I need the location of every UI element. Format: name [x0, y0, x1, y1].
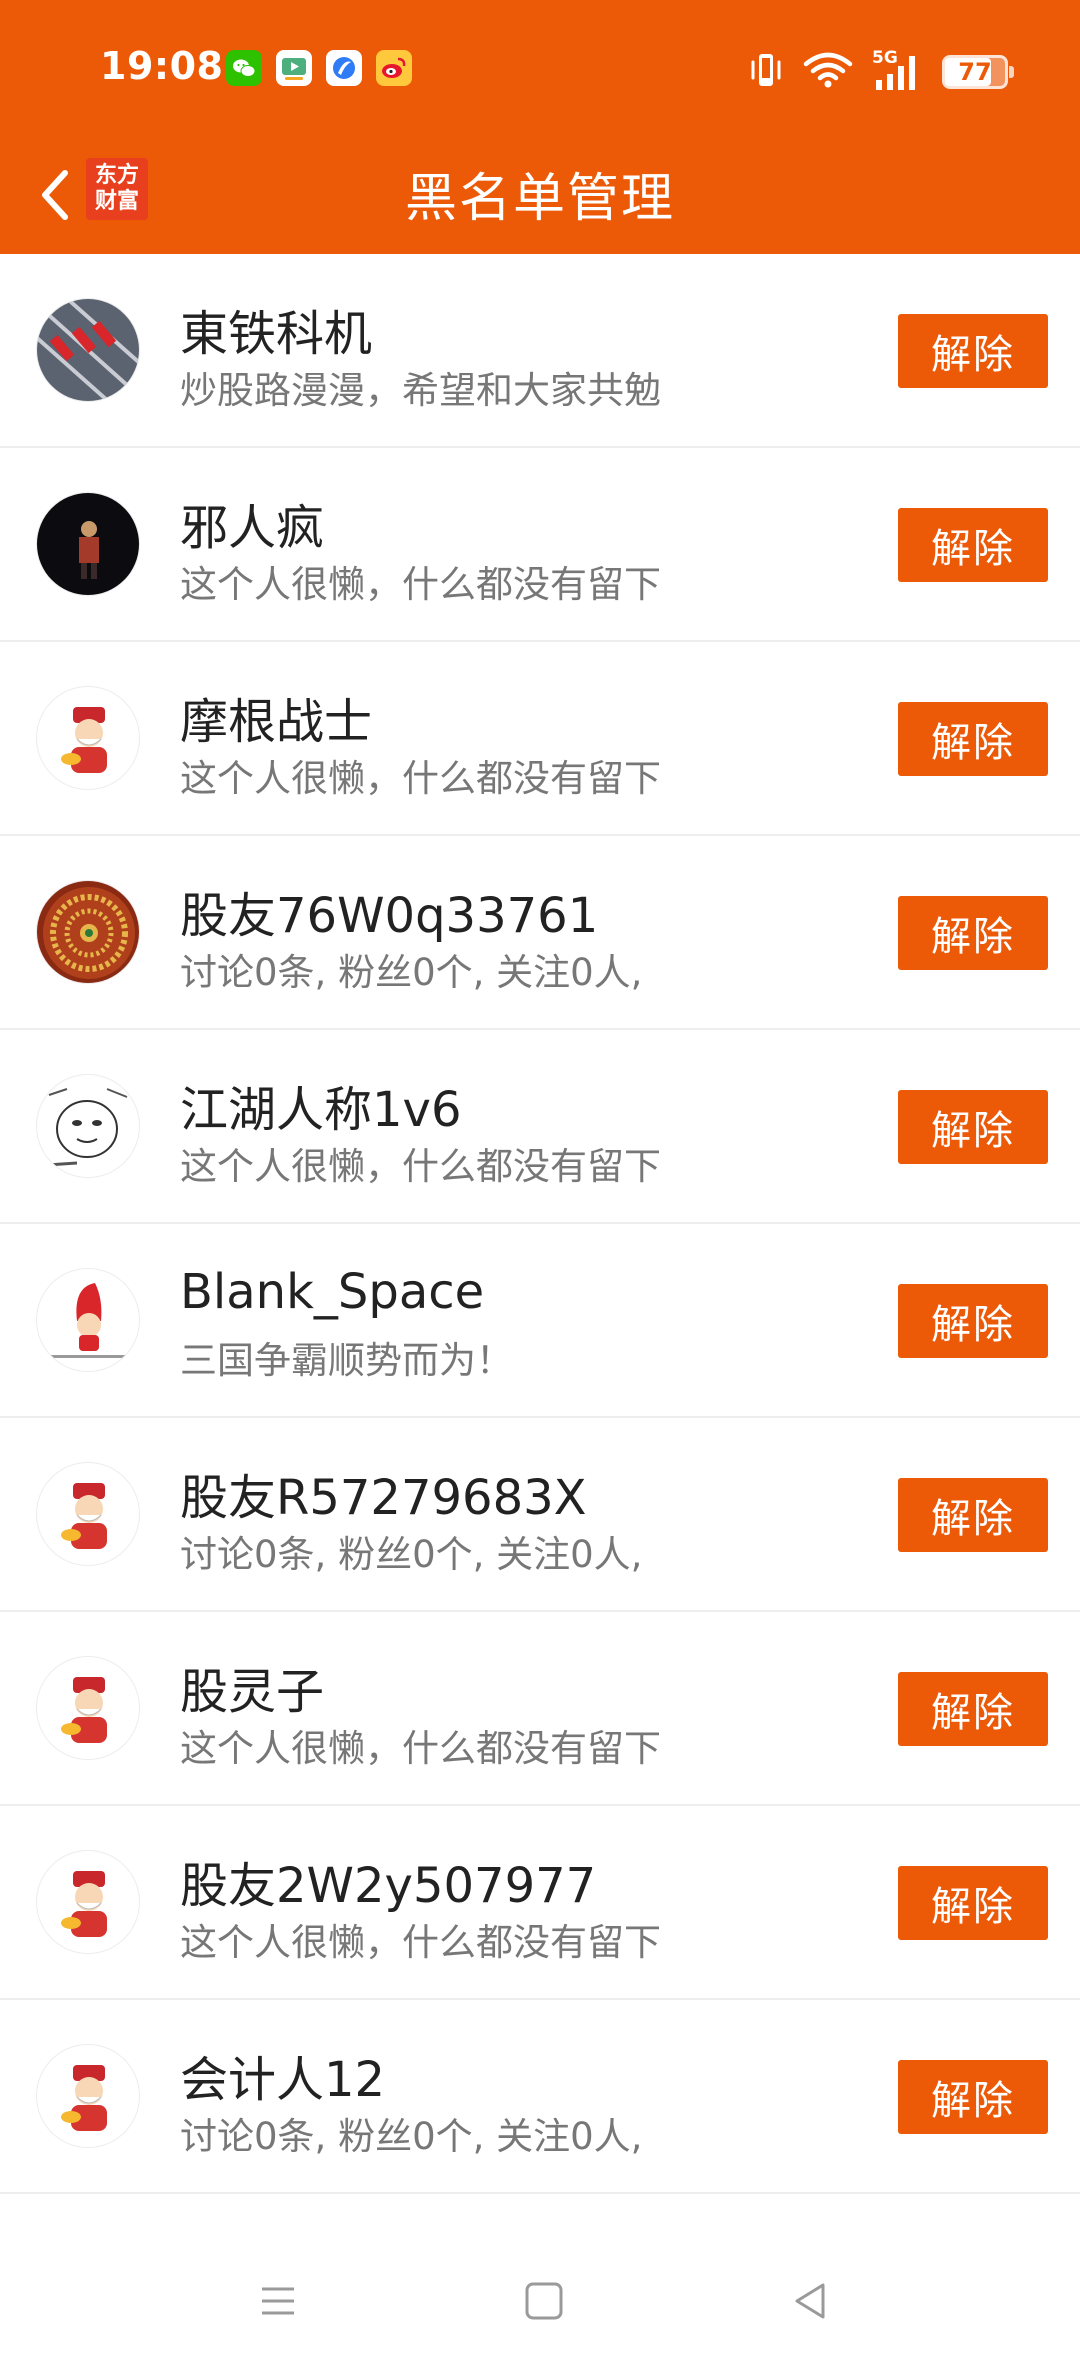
remove-button[interactable]: 解除	[898, 1672, 1048, 1746]
wechat-icon	[226, 50, 262, 86]
blacklist-row: 江湖人称1v6 这个人很懒，什么都没有留下 解除	[0, 1030, 1080, 1224]
system-status-icons: 5G 77	[748, 48, 1014, 94]
home-icon	[525, 2282, 563, 2320]
browser-app-icon	[326, 50, 362, 86]
user-bio: 讨论0条, 粉丝0个, 关注0人,	[180, 2115, 643, 2158]
blacklist-screen: 19:08 5G 77 东方 财富 黑名单管理 東铁科机 炒股路漫漫，希望和大家…	[0, 0, 1080, 2373]
user-name[interactable]: 摩根战士	[180, 682, 372, 752]
user-name[interactable]: 股友R57279683X	[180, 1458, 587, 1528]
remove-button[interactable]: 解除	[898, 2060, 1048, 2134]
rails-photo-avatar[interactable]	[36, 298, 140, 402]
blacklist-row: 摩根战士 这个人很懒，什么都没有留下 解除	[0, 642, 1080, 836]
user-name[interactable]: 股友2W2y507977	[180, 1846, 596, 1916]
app-header: 19:08 5G 77 东方 财富 黑名单管理	[0, 0, 1080, 254]
menu-button[interactable]	[248, 2271, 308, 2331]
ornament-avatar[interactable]	[36, 880, 140, 984]
user-name[interactable]: 会计人12	[180, 2040, 385, 2110]
user-name[interactable]: 股灵子	[180, 1652, 324, 1722]
user-bio: 讨论0条, 粉丝0个, 关注0人,	[180, 951, 643, 994]
blacklist-row: 股友2W2y507977 这个人很懒，什么都没有留下 解除	[0, 1806, 1080, 2000]
menu-icon	[262, 2287, 294, 2315]
battery-percent: 77	[958, 58, 992, 86]
blacklist-row: 股友R57279683X 讨论0条, 粉丝0个, 关注0人, 解除	[0, 1418, 1080, 1612]
user-bio: 这个人很懒，什么都没有留下	[180, 563, 661, 606]
notification-icons	[226, 50, 412, 86]
fortune-god-avatar[interactable]	[36, 1850, 140, 1954]
page-title: 黑名单管理	[404, 169, 675, 229]
user-bio: 这个人很懒，什么都没有留下	[180, 1921, 661, 1964]
remove-button[interactable]: 解除	[898, 1866, 1048, 1940]
user-name[interactable]: 東铁科机	[180, 294, 372, 364]
system-back-button[interactable]	[780, 2271, 840, 2331]
blacklist-row: 会计人12 讨论0条, 粉丝0个, 关注0人, 解除	[0, 2000, 1080, 2194]
navigation-bar: 东方 财富 黑名单管理	[0, 140, 1080, 254]
user-name[interactable]: Blank_Space	[180, 1264, 484, 1320]
sketch-meme-avatar[interactable]	[36, 1074, 140, 1178]
user-name[interactable]: 邪人疯	[180, 488, 324, 558]
vibrate-icon	[748, 50, 784, 94]
blacklist-row: 股友76W0q33761 讨论0条, 粉丝0个, 关注0人, 解除	[0, 836, 1080, 1030]
cell-signal-icon: 5G	[872, 48, 924, 94]
remove-button[interactable]: 解除	[898, 702, 1048, 776]
remove-button[interactable]: 解除	[898, 896, 1048, 970]
home-button[interactable]	[514, 2271, 574, 2331]
user-bio: 这个人很懒，什么都没有留下	[180, 1145, 661, 1188]
red-hat-cartoon-avatar[interactable]	[36, 1268, 140, 1372]
blacklist-row: 邪人疯 这个人很懒，什么都没有留下 解除	[0, 448, 1080, 642]
user-bio: 炒股路漫漫，希望和大家共勉	[180, 369, 661, 412]
wifi-icon	[802, 50, 854, 94]
remove-button[interactable]: 解除	[898, 508, 1048, 582]
status-bar: 19:08 5G 77	[0, 0, 1080, 140]
remove-button[interactable]: 解除	[898, 1284, 1048, 1358]
user-bio: 这个人很懒，什么都没有留下	[180, 1727, 661, 1770]
fortune-god-avatar[interactable]	[36, 686, 140, 790]
user-name[interactable]: 股友76W0q33761	[180, 876, 598, 946]
blacklist-row: 東铁科机 炒股路漫漫，希望和大家共勉 解除	[0, 254, 1080, 448]
remove-button[interactable]: 解除	[898, 1478, 1048, 1552]
fortune-god-avatar[interactable]	[36, 2044, 140, 2148]
status-time: 19:08	[100, 44, 224, 88]
remove-button[interactable]: 解除	[898, 314, 1048, 388]
battery-indicator: 77	[942, 55, 1014, 89]
remove-button[interactable]: 解除	[898, 1090, 1048, 1164]
blacklist-list: 東铁科机 炒股路漫漫，希望和大家共勉 解除 邪人疯 这个人很懒，什么都没有留下 …	[0, 254, 1080, 2194]
user-bio: 讨论0条, 粉丝0个, 关注0人,	[180, 1533, 643, 1576]
weibo-icon	[376, 50, 412, 86]
back-triangle-icon	[795, 2283, 825, 2319]
fortune-god-avatar[interactable]	[36, 1462, 140, 1566]
user-bio: 三国争霸顺势而为！	[180, 1339, 513, 1382]
system-navigation-bar	[0, 2223, 1080, 2373]
video-app-icon	[276, 50, 312, 86]
blacklist-row: Blank_Space 三国争霸顺势而为！ 解除	[0, 1224, 1080, 1418]
battery-tip	[1009, 66, 1014, 78]
user-name[interactable]: 江湖人称1v6	[180, 1070, 462, 1140]
fortune-god-avatar[interactable]	[36, 1656, 140, 1760]
blacklist-row: 股灵子 这个人很懒，什么都没有留下 解除	[0, 1612, 1080, 1806]
performer-photo-avatar[interactable]	[36, 492, 140, 596]
user-bio: 这个人很懒，什么都没有留下	[180, 757, 661, 800]
